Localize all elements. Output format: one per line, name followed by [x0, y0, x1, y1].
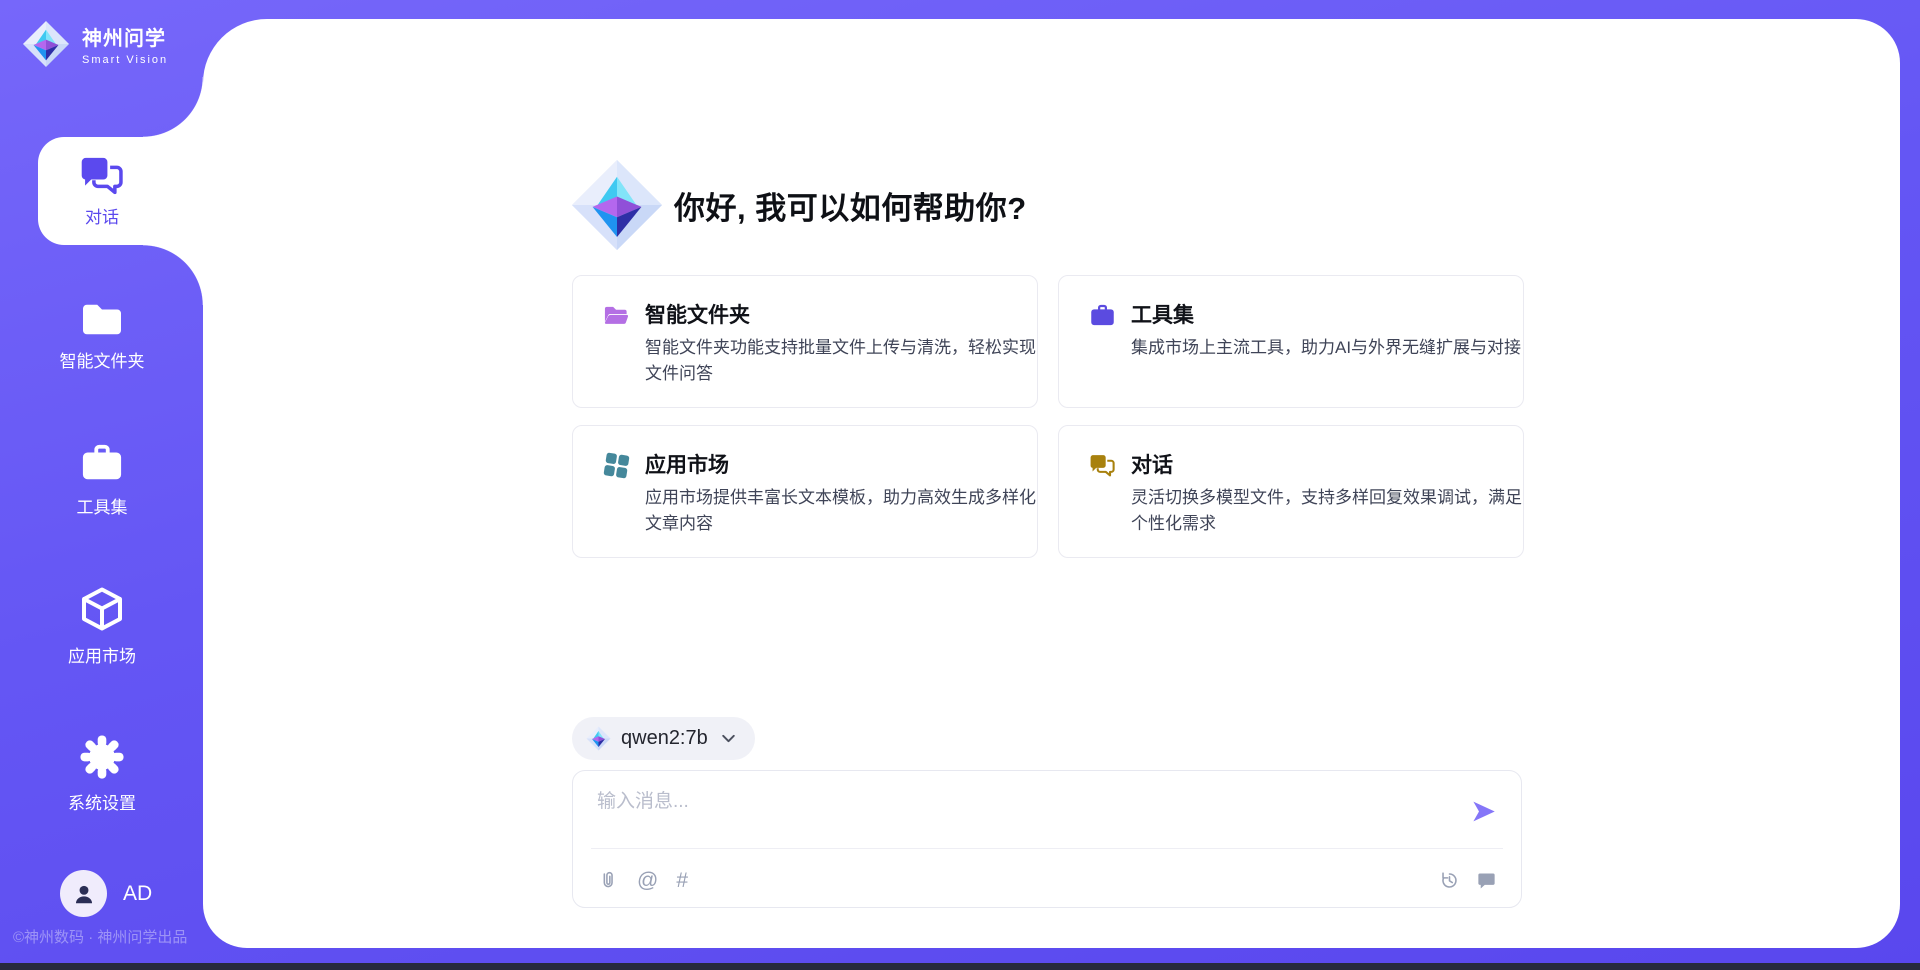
sidebar-item-chat[interactable]: 对话	[38, 137, 203, 245]
card-toolset[interactable]: 工具集 集成市场上主流工具，助力AI与外界无缝扩展与对接	[1058, 275, 1524, 408]
hash-icon: #	[676, 870, 688, 891]
history-icon	[1439, 870, 1460, 891]
brand-subtitle: Smart Vision	[82, 54, 168, 66]
sidebar: 神州问学 Smart Vision 对话 智能文件夹 工具集 应用市场	[0, 0, 203, 970]
main-panel: 你好, 我可以如何帮助你? 智能文件夹 智能文件夹功能支持批量文件上传与清洗，轻…	[203, 19, 1900, 948]
topic-button[interactable]: #	[676, 870, 688, 891]
user-name: AD	[123, 882, 152, 906]
sidebar-item-label: 应用市场	[68, 642, 136, 667]
chevron-down-icon	[720, 730, 737, 747]
avatar	[60, 870, 107, 917]
card-description: 集成市场上主流工具，助力AI与外界无缝扩展与对接	[1131, 335, 1527, 361]
assistant-logo-icon	[570, 158, 664, 252]
sidebar-item-settings[interactable]: 系统设置	[42, 726, 162, 822]
sidebar-item-label: 智能文件夹	[60, 347, 145, 372]
card-description: 应用市场提供丰富长文本模板，助力高效生成多样化文章内容	[645, 485, 1041, 537]
send-icon	[1470, 798, 1497, 825]
person-icon	[71, 881, 97, 907]
attach-file-button[interactable]	[597, 868, 619, 892]
folder-icon	[79, 300, 125, 338]
chat-icon	[79, 155, 125, 196]
brand: 神州问学 Smart Vision	[22, 20, 168, 68]
sidebar-item-label: 系统设置	[68, 789, 136, 814]
card-description: 智能文件夹功能支持批量文件上传与清洗，轻松实现文件问答	[645, 335, 1041, 387]
card-chat[interactable]: 对话 灵活切换多模型文件，支持多样回复效果调试，满足个性化需求	[1058, 425, 1524, 558]
sidebar-item-app-market[interactable]: 应用市场	[42, 578, 162, 674]
copyright-footer: ©神州数码 · 神州问学出品	[13, 926, 187, 947]
card-title: 智能文件夹	[645, 299, 750, 329]
composer-divider	[591, 848, 1503, 849]
feature-cards: 智能文件夹 智能文件夹功能支持批量文件上传与清洗，轻松实现文件问答 工具集 集成…	[572, 275, 1524, 558]
paperclip-icon	[597, 868, 619, 892]
app-root: 神州问学 Smart Vision 对话 智能文件夹 工具集 应用市场	[0, 0, 1920, 970]
greeting: 你好, 我可以如何帮助你?	[570, 158, 1027, 252]
chat-icon	[1089, 452, 1116, 479]
mention-button[interactable]: @	[637, 870, 658, 891]
sidebar-item-label: 对话	[85, 203, 119, 228]
card-title: 对话	[1131, 449, 1173, 479]
history-button[interactable]	[1439, 870, 1460, 891]
sidebar-item-toolset[interactable]: 工具集	[42, 432, 162, 528]
gear-icon	[79, 734, 125, 780]
greeting-text: 你好, 我可以如何帮助你?	[674, 183, 1027, 228]
tab-flare-top	[143, 77, 203, 137]
card-description: 灵活切换多模型文件，支持多样回复效果调试，满足个性化需求	[1131, 485, 1527, 537]
card-title: 工具集	[1131, 299, 1194, 329]
brand-logo-icon	[22, 20, 70, 68]
at-icon: @	[637, 870, 658, 891]
message-composer: @ #	[572, 770, 1522, 908]
composer-toolbar: @ #	[597, 859, 1497, 901]
grid-icon	[603, 452, 630, 479]
message-input[interactable]	[597, 786, 1457, 842]
sidebar-item-label: 工具集	[77, 493, 128, 518]
folder-open-icon	[603, 302, 630, 329]
brand-name: 神州问学	[82, 22, 168, 51]
model-selector[interactable]: qwen2:7b	[572, 717, 755, 760]
model-name: qwen2:7b	[621, 727, 708, 750]
taskbar-edge	[0, 963, 1920, 970]
send-button[interactable]	[1470, 798, 1497, 825]
briefcase-icon	[79, 442, 125, 484]
cube-icon	[78, 585, 126, 633]
conversation-button[interactable]	[1476, 870, 1497, 891]
sidebar-item-smart-folder[interactable]: 智能文件夹	[42, 288, 162, 384]
model-logo-icon	[586, 726, 611, 751]
card-title: 应用市场	[645, 449, 729, 479]
briefcase-icon	[1089, 302, 1116, 329]
user-profile-button[interactable]: AD	[60, 870, 152, 917]
comment-icon	[1476, 870, 1497, 891]
card-app-market[interactable]: 应用市场 应用市场提供丰富长文本模板，助力高效生成多样化文章内容	[572, 425, 1038, 558]
card-smart-folder[interactable]: 智能文件夹 智能文件夹功能支持批量文件上传与清洗，轻松实现文件问答	[572, 275, 1038, 408]
